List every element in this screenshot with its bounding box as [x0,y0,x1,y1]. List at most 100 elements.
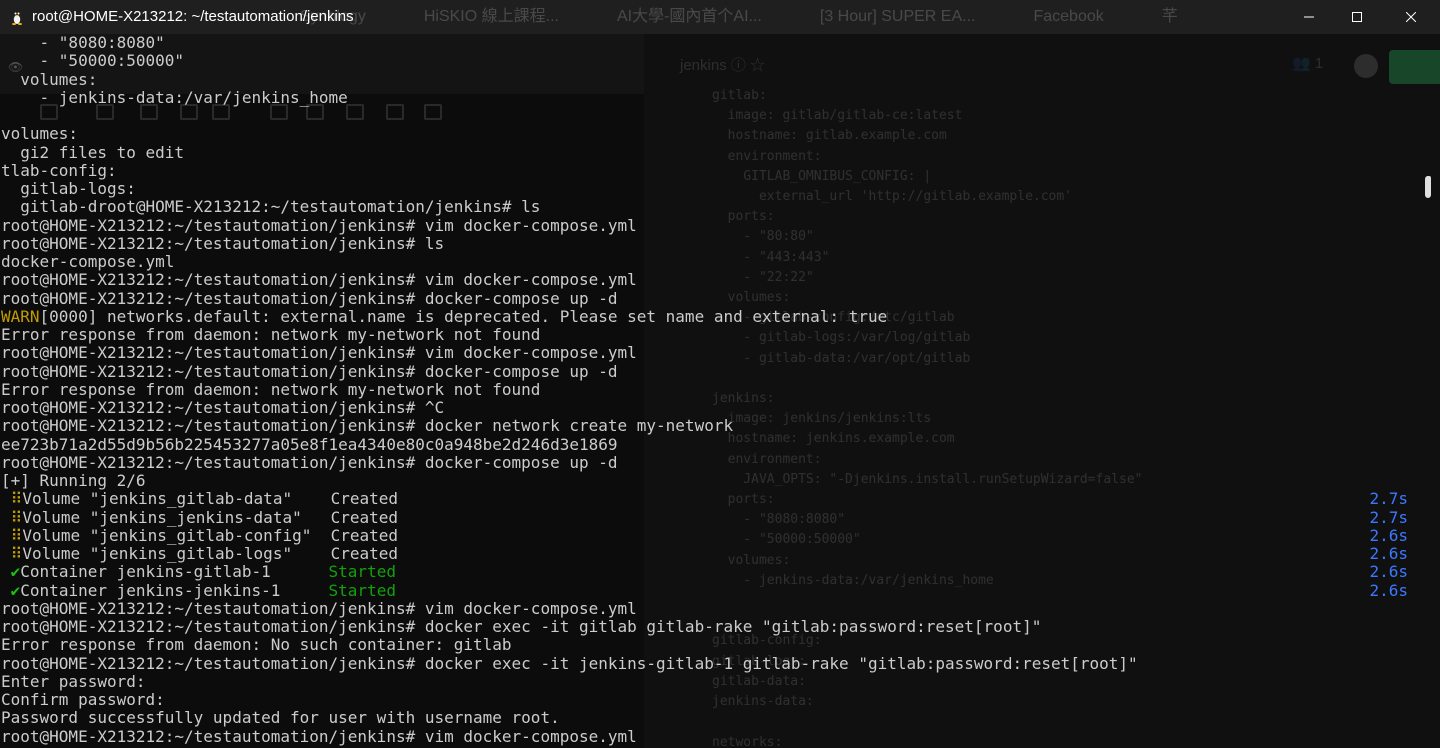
terminal-line: Error response from daemon: network my-n… [1,379,1421,399]
duration-text: 2.7s [1369,489,1408,509]
terminal-line: gi2 files to edit [1,143,1421,162]
terminal-output[interactable]: - "8080:8080" - "50000:50000" volumes: -… [1,33,1421,746]
terminal-line-text: root@HOME-X213212:~/testautomation/jenki… [1,598,637,618]
terminal-line: ✔Container jenkins-gitlab-1 Started [1,563,1421,581]
terminal-line-text: Password successfully updated for user w… [1,708,560,728]
linux-penguin-icon [12,11,22,25]
terminal-line-text: - jenkins-data:/var/jenkins_home [1,87,348,107]
background-tabs: Synology HiSKIO 線上課程... AI大學-國內首个AI... [3 H… [300,0,1236,34]
background-tab: Facebook [1033,8,1104,25]
terminal-line-text: root@HOME-X213212:~/testautomation/jenki… [1,416,734,436]
terminal-line: root@HOME-X213212:~/testautomation/jenki… [1,452,1421,472]
terminal-line: gitlab-droot@HOME-X213212:~/testautomati… [1,198,1421,216]
terminal-line-text: root@HOME-X213212:~/testautomation/jenki… [1,726,637,746]
terminal-scrollbar[interactable] [1426,176,1431,196]
duration-text: 2.6s [1369,525,1408,545]
terminal-line-text: [+] Running 2/6 [1,471,146,490]
checkmark-icon: ✔ [10,562,21,582]
terminal-line-text: Confirm password: [1,690,165,709]
duration-text: 2.6s [1369,580,1408,600]
terminal-line-text: root@HOME-X213212:~/testautomation/jenki… [1,233,445,253]
terminal-line: Confirm password: [1,690,1421,709]
terminal-line-text: root@HOME-X213212:~/testautomation/jenki… [1,653,1138,673]
status-text: Created [330,489,399,509]
terminal-line: Error response from daemon: network my-n… [1,325,1421,344]
maximize-icon [1352,12,1362,22]
terminal-line: root@HOME-X213212:~/testautomation/jenki… [1,361,1421,381]
terminal-line-text: gitlab-logs: [1,179,136,198]
terminal-line-text: volumes: [1,124,79,144]
terminal-line: [+] Running 2/6 [1,471,1421,490]
terminal-line: ee723b71a2d55d9b56b225453277a05e8f1ea434… [1,434,1421,454]
terminal-line: Password successfully updated for user w… [1,709,1421,727]
minimize-icon [1304,16,1314,18]
maximize-button[interactable] [1334,0,1380,34]
terminal-line: tlab-config: [1,160,1421,180]
spinner-icon: ⠿ [10,525,23,545]
background-tab: AI大學-國內首个AI... [616,8,762,25]
terminal-line: docker-compose.yml [1,252,1421,271]
duration-text: 2.6s [1369,544,1408,563]
terminal-line-text: Error response from daemon: network my-n… [1,379,541,399]
terminal-line-text: root@HOME-X213212:~/testautomation/jenki… [1,343,637,363]
terminal-line: root@HOME-X213212:~/testautomation/jenki… [1,417,1421,435]
terminal-line-text: root@HOME-X213212:~/testautomation/jenki… [1,617,1042,636]
status-text: Started [328,562,396,582]
terminal-line: volumes: [1,125,1421,143]
terminal-line: root@HOME-X213212:~/testautomation/jenki… [1,215,1421,235]
status-text: Started [328,580,396,600]
terminal-line: - "50000:50000" [1,52,1421,70]
terminal-line-text: gitlab-droot@HOME-X213212:~/testautomati… [1,197,541,217]
terminal-line-text: docker-compose.yml [1,252,175,271]
terminal-line: - "8080:8080" [1,33,1421,52]
terminal-line: root@HOME-X213212:~/testautomation/jenki… [1,233,1421,253]
window-title: root@HOME-X213212: ~/testautomation/jenk… [32,8,354,25]
checkmark-icon: ✔ [10,580,21,600]
terminal-line [1,107,1421,125]
terminal-line: - jenkins-data:/var/jenkins_home [1,87,1421,107]
terminal-line-text: Volume "jenkins_gitlab-data" [22,489,331,509]
terminal-line-text: tlab-config: [1,160,117,180]
terminal-line: root@HOME-X213212:~/testautomation/jenki… [1,398,1421,417]
terminal-line: WARN[0000] networks.default: external.na… [1,307,1421,326]
terminal-line-text: root@HOME-X213212:~/testautomation/jenki… [1,452,618,472]
close-icon [1406,12,1416,22]
terminal-line: Enter password: [1,671,1421,691]
terminal-line: volumes: [1,69,1421,89]
terminal-line-text: - "50000:50000" [1,51,185,71]
terminal-line: ⠿Volume "jenkins_gitlab-data" Created [1,490,1421,508]
terminal-line-text: Error response from daemon: network my-n… [1,325,541,344]
minimize-button[interactable] [1286,0,1332,34]
background-tab: HiSKIO 線上課程... [423,8,559,25]
status-text: Created [330,544,399,563]
terminal-line-text: volumes: [1,69,98,89]
terminal-line-text: Enter password: [1,671,146,691]
close-button[interactable] [1388,0,1434,34]
terminal-line: ⠿Volume "jenkins_jenkins-data" Created [1,507,1421,527]
terminal-line: root@HOME-X213212:~/testautomation/jenki… [1,344,1421,362]
terminal-line: root@HOME-X213212:~/testautomation/jenki… [1,271,1421,289]
terminal-line-text: Container jenkins-gitlab-1 [20,562,329,582]
terminal-line: Error response from daemon: No such cont… [1,636,1421,654]
terminal-line: root@HOME-X213212:~/testautomation/jenki… [1,598,1421,618]
duration-text: 2.6s [1369,562,1408,582]
terminal-line-text: root@HOME-X213212:~/testautomation/jenki… [1,215,637,235]
terminal-line-text: root@HOME-X213212:~/testautomation/jenki… [1,361,618,381]
terminal-line-text: root@HOME-X213212:~/testautomation/jenki… [1,270,637,290]
spinner-icon: ⠿ [10,507,23,527]
background-tab: 芊 [1161,8,1178,25]
terminal-line-text: root@HOME-X213212:~/testautomation/jenki… [1,288,618,308]
status-text: Created [330,525,399,545]
title-bar[interactable]: Synology HiSKIO 線上課程... AI大學-國內首个AI... [3 H… [0,0,1440,34]
terminal-line: ⠿Volume "jenkins_gitlab-logs" Created [1,544,1421,563]
terminal-line: root@HOME-X213212:~/testautomation/jenki… [1,653,1421,673]
terminal-line-text: root@HOME-X213212:~/testautomation/jenki… [1,398,445,417]
terminal-line-text: Volume "jenkins_jenkins-data" [22,507,331,527]
terminal-line: root@HOME-X213212:~/testautomation/jenki… [1,288,1421,308]
background-tab: [3 Hour] SUPER EA... [819,8,976,25]
terminal-line-text [1,106,11,125]
terminal-line-text: ee723b71a2d55d9b56b225453277a05e8f1ea434… [1,434,618,454]
terminal-line: ✔Container jenkins-jenkins-1 Started [1,580,1421,600]
duration-text: 2.7s [1369,507,1408,527]
terminal-line-text: Volume "jenkins_gitlab-config" [22,525,331,545]
